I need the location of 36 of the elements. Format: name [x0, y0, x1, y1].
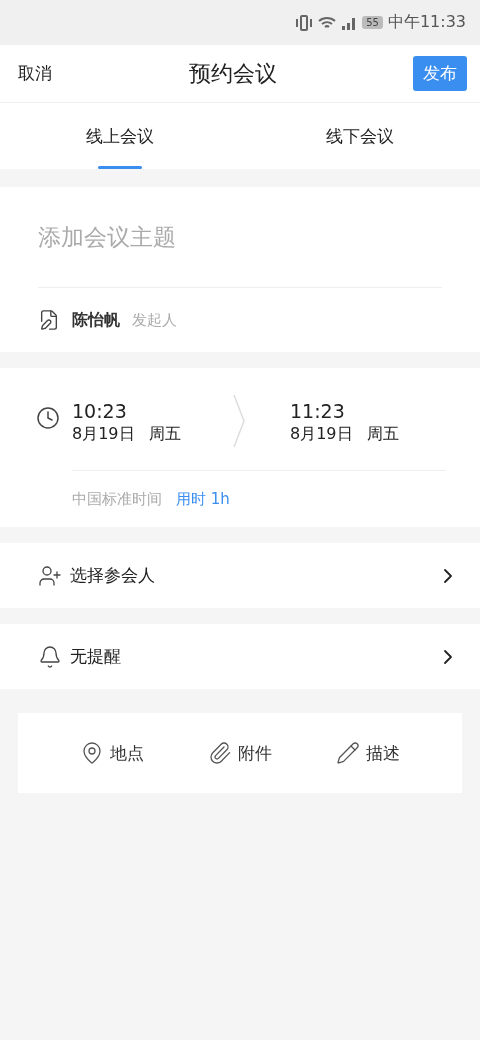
map-pin-icon	[80, 741, 104, 765]
page-title: 预约会议	[188, 59, 277, 88]
clock-text: 中午11:33	[387, 12, 466, 33]
action-button[interactable]: 附件	[208, 741, 272, 765]
subject-input[interactable]: 添加会议主题	[38, 217, 442, 257]
time-text: 11:23	[290, 400, 346, 422]
settings-row[interactable]: 无提醒	[0, 624, 480, 689]
row-label: 无提醒	[70, 645, 122, 668]
vibrate-icon	[295, 14, 314, 31]
action-button[interactable]: 地点	[80, 741, 144, 765]
add-person-icon	[38, 563, 62, 588]
bell-icon	[38, 644, 62, 669]
edit-document-icon	[38, 309, 60, 331]
chevron-separator-icon	[232, 394, 246, 448]
tab[interactable]: 线下会议	[240, 103, 480, 169]
date-text: 8月19日	[290, 424, 353, 445]
battery-indicator: 55	[362, 16, 383, 29]
pencil-icon	[336, 741, 360, 765]
organizer-name: 陈怡帆	[72, 309, 120, 331]
settings-row[interactable]: 选择参会人	[0, 543, 480, 608]
duration-text: 用时 1h	[176, 489, 230, 509]
paperclip-icon	[208, 741, 232, 765]
timezone-text: 中国标准时间	[72, 489, 162, 509]
action-button[interactable]: 描述	[336, 741, 400, 765]
time-text: 10:23	[72, 400, 128, 422]
clock-icon	[36, 406, 60, 430]
subject-field[interactable]: 添加会议主题	[38, 187, 442, 288]
date-text: 8月19日	[72, 424, 135, 445]
weekday-text: 周五	[366, 424, 399, 445]
row-label: 选择参会人	[70, 564, 156, 587]
tab[interactable]: 线上会议	[0, 103, 240, 169]
signal-icon	[341, 15, 358, 30]
cancel-button[interactable]: 取消	[18, 62, 52, 85]
organizer-role: 发起人	[132, 310, 177, 330]
weekday-text: 周五	[148, 424, 181, 445]
wifi-icon	[318, 15, 337, 30]
